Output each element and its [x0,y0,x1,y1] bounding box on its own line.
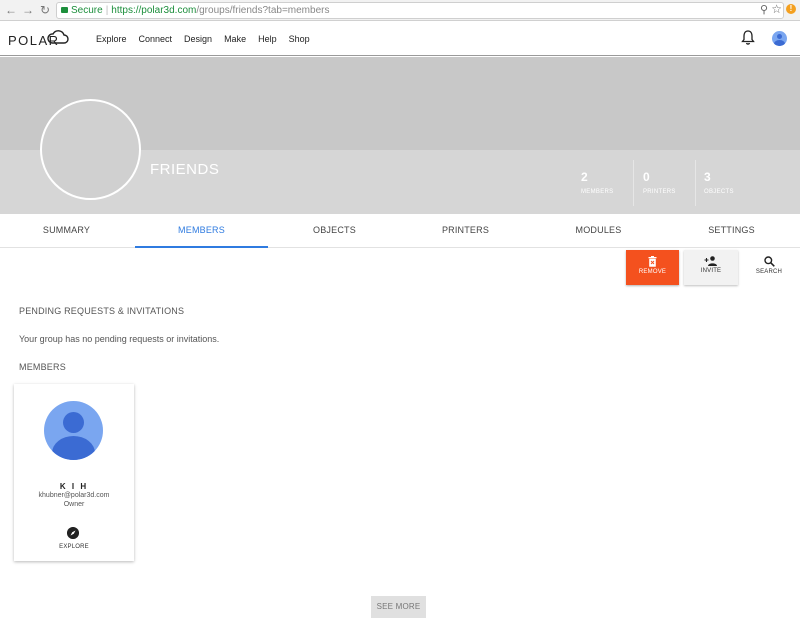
nav-connect[interactable]: Connect [139,34,173,44]
secure-label: Secure [71,5,103,16]
stat-value: 0 [643,170,650,184]
remove-button[interactable]: REMOVE [626,250,679,285]
tab-printers[interactable]: PRINTERS [399,214,532,248]
nav-shop[interactable]: Shop [289,34,310,44]
member-role: Owner [63,501,85,508]
member-avatar [44,401,103,460]
remove-label: REMOVE [638,269,667,275]
stat-divider [633,160,634,206]
tab-objects[interactable]: OBJECTS [268,214,401,248]
active-tab-indicator [135,246,268,248]
invite-button[interactable]: INVITE [684,250,738,285]
nav-help[interactable]: Help [258,34,277,44]
explore-link[interactable]: EXPLORE [14,544,134,550]
stat-value: 2 [581,170,588,184]
trash-icon [648,256,657,267]
search-button[interactable]: SEARCH [748,250,790,285]
search-label: SEARCH [755,269,783,275]
main-nav: Explore Connect Design Make Help Shop [96,34,322,44]
nav-design[interactable]: Design [184,34,212,44]
stat-divider [695,160,696,206]
stat-label: MEMBERS [581,189,614,195]
member-email: khubner@polar3d.com [38,492,110,499]
tab-summary[interactable]: SUMMARY [0,214,133,248]
tab-modules[interactable]: MODULES [532,214,665,248]
browser-toolbar: ← → ↻ Secure | https://polar3d.com/groups/… [0,0,800,21]
member-name: K I H [59,482,89,491]
forward-icon[interactable]: → [21,3,35,17]
group-tabs: SUMMARY MEMBERS OBJECTS PRINTERS MODULES… [0,214,800,248]
pending-empty-text: Your group has no pending requests or in… [19,334,220,344]
invite-label: INVITE [700,268,722,274]
tab-members[interactable]: MEMBERS [135,214,268,248]
stat-label: OBJECTS [704,189,734,195]
nav-make[interactable]: Make [224,34,246,44]
back-icon[interactable]: ← [4,3,18,17]
extension-alert-icon[interactable]: ! [786,4,796,14]
app-header: POLAR Explore Connect Design Make Help S… [0,21,800,56]
url-separator: | [105,5,109,16]
bell-icon[interactable] [741,30,755,45]
cloud-logo-icon[interactable] [47,30,69,45]
address-bar[interactable]: Secure | https://polar3d.com/groups/friend… [56,2,784,19]
user-avatar[interactable] [772,31,787,46]
url-path: /groups/friends?tab=members [196,5,330,16]
stat-label: PRINTERS [643,189,676,195]
nav-explore[interactable]: Explore [96,34,127,44]
stat-value: 3 [704,170,711,184]
add-person-icon [704,256,717,266]
stat-printers[interactable]: 0 PRINTERS [643,170,676,206]
bookmark-star-icon[interactable]: ☆ [771,2,782,16]
lock-icon [61,7,68,13]
stat-members[interactable]: 2 MEMBERS [581,170,613,206]
stat-objects[interactable]: 3 OBJECTS [704,170,734,206]
group-avatar [40,99,141,200]
members-section-title: MEMBERS [19,362,66,372]
search-icon [763,256,775,267]
reload-icon[interactable]: ↻ [38,3,52,17]
tab-settings[interactable]: SETTINGS [665,214,798,248]
member-card[interactable]: K I H khubner@polar3d.com Owner EXPLORE [14,384,134,561]
compass-icon[interactable] [67,527,79,539]
group-name: FRIENDS [150,161,220,178]
pending-section-title: PENDING REQUESTS & INVITATIONS [19,306,185,316]
url-host: https://polar3d.com [111,5,197,16]
see-more-button[interactable]: SEE MORE [371,596,426,618]
zoom-icon[interactable]: ⚲ [760,3,768,16]
